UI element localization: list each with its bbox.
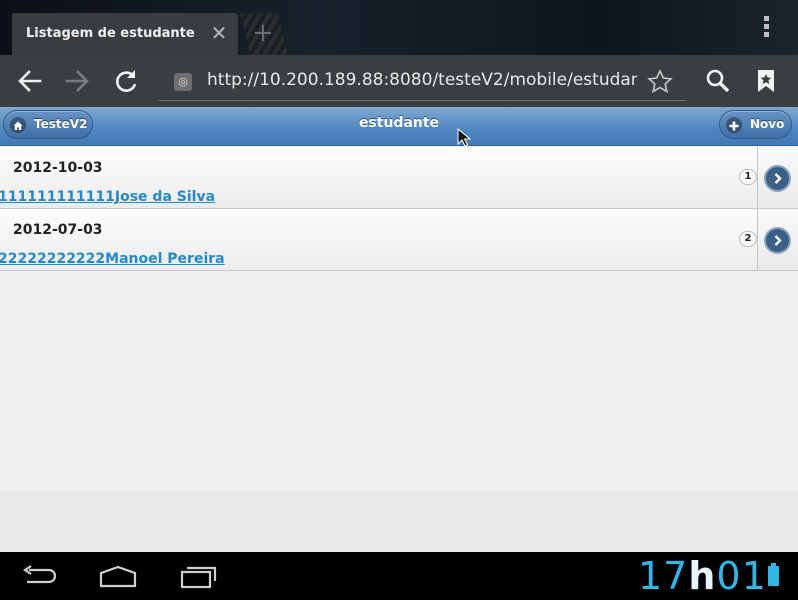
arrow-right-icon [764,165,791,192]
list-item[interactable]: 2012-07-03 22222222222Manoel Pereira 2 [0,209,798,271]
item-date: 2012-07-03 [13,222,103,238]
new-button-label: Novo [750,117,785,131]
web-page: estudante TesteV2 Novo 2012-10-03 111111… [0,107,798,552]
search-icon[interactable] [700,63,736,99]
new-button[interactable]: Novo [719,110,792,139]
url-text[interactable]: http://10.200.189.88:8080/testeV2/mobile… [207,70,637,90]
tab-strip: Listagem de estudante ✕ + [0,0,798,55]
forward-icon[interactable] [59,63,95,99]
system-navigation-bar: 17h01 [0,552,798,600]
page-title: estudante [358,115,440,131]
split-button[interactable] [757,209,798,270]
bookmarks-icon[interactable] [748,63,784,99]
page-header: estudante TesteV2 Novo [0,107,798,146]
recent-apps-icon[interactable] [177,562,221,590]
plus-circle-icon [726,117,742,133]
count-bubble: 2 [739,231,757,247]
home-icon [10,117,26,133]
clock-separator: h [688,554,717,598]
split-button[interactable] [757,147,798,208]
clock-hours: 17 [638,554,689,598]
status-clock[interactable]: 17h01 [638,554,767,598]
browser-toolbar: ◎ http://10.200.189.88:8080/testeV2/mobi… [0,55,798,107]
count-bubble: 1 [739,169,757,185]
list-item[interactable]: 2012-10-03 111111111111Jose da Silva 1 [0,147,798,209]
battery-icon [768,563,779,586]
back-icon[interactable] [12,63,48,99]
tab-close-icon[interactable]: ✕ [208,22,230,44]
item-date: 2012-10-03 [13,160,103,176]
student-list: 2012-10-03 111111111111Jose da Silva 1 2… [0,147,798,271]
browser-tab[interactable]: Listagem de estudante ✕ [12,13,238,55]
item-link[interactable]: 22222222222Manoel Pereira [0,251,225,267]
mouse-cursor-icon [457,128,471,147]
tab-title: Listagem de estudante [26,26,195,41]
system-back-icon[interactable] [17,562,61,590]
arrow-right-icon [764,227,791,254]
address-bar[interactable]: ◎ http://10.200.189.88:8080/testeV2/mobi… [158,63,686,101]
home-button-label: TesteV2 [34,117,88,131]
plus-icon[interactable]: + [252,18,274,48]
clock-minutes: 01 [716,554,767,598]
page-footer-area [0,491,798,552]
reload-icon[interactable] [108,63,144,99]
system-home-icon[interactable] [96,562,140,590]
overflow-menu-icon[interactable] [760,16,772,42]
item-link[interactable]: 111111111111Jose da Silva [0,189,215,205]
bookmark-star-icon[interactable] [646,68,674,96]
site-info-icon[interactable]: ◎ [174,73,192,91]
home-button[interactable]: TesteV2 [3,110,93,139]
